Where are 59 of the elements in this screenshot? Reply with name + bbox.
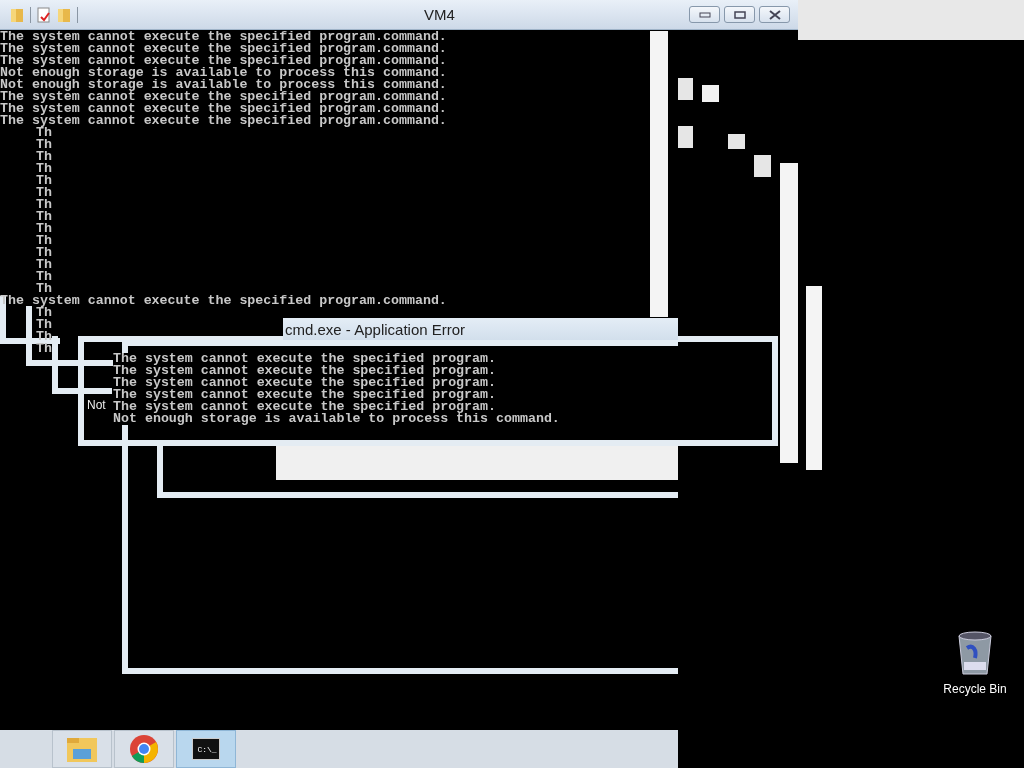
- console-line: The system cannot execute the specified program.command.: [0, 55, 447, 67]
- console-line: The system cannot execute the specified program.command.: [0, 43, 447, 55]
- console-fragment: Th: [36, 199, 52, 211]
- close-button[interactable]: [759, 6, 790, 23]
- command-prompt-button[interactable]: C:\_: [176, 730, 236, 768]
- glitch-block: [702, 85, 719, 102]
- console-fragment: Th: [36, 187, 52, 199]
- glitch-block: [754, 155, 771, 177]
- console-fragment: Th: [36, 127, 52, 139]
- folder-icon[interactable]: [57, 6, 71, 23]
- console-fragment: Th: [36, 139, 52, 151]
- dialog-title: cmd.exe - Application Error: [284, 320, 466, 338]
- console-fragment: Th: [36, 151, 52, 163]
- console-line: The system cannot execute the specified program.command.: [0, 91, 447, 103]
- console-line: The system cannot execute the specified program.: [113, 353, 496, 365]
- console-fragment: Th: [36, 343, 52, 355]
- recycle-bin-icon[interactable]: [955, 630, 995, 676]
- console-line: The system cannot execute the specified program.: [113, 401, 496, 413]
- maximize-button[interactable]: [724, 6, 755, 23]
- console-line: Not enough storage is available to process this command.: [113, 413, 560, 425]
- glitch-block: [678, 126, 693, 148]
- console-fragment: Th: [36, 319, 52, 331]
- file-explorer-button[interactable]: [52, 730, 112, 768]
- console-fragment: Th: [36, 211, 52, 223]
- browser-button[interactable]: [114, 730, 174, 768]
- window-title: VM4: [423, 6, 456, 23]
- console-fragment: Th: [36, 235, 52, 247]
- maximize-icon: [733, 10, 746, 19]
- folder-icon: [66, 735, 98, 763]
- console-fragment: Th: [36, 271, 52, 283]
- scrollbar[interactable]: [780, 163, 798, 463]
- console-line: Not enough storage is available to process this command.: [0, 79, 447, 91]
- glitch-block: [678, 78, 693, 100]
- console-fragment: Not: [87, 398, 106, 412]
- console-fragment: Th: [36, 283, 52, 295]
- minimize-button[interactable]: [689, 6, 720, 23]
- console-line: The system cannot execute the specified program.: [113, 365, 496, 377]
- scrollbar[interactable]: [650, 31, 668, 317]
- close-icon: [768, 9, 781, 20]
- console-line: The system cannot execute the specified program.command.: [0, 103, 447, 115]
- glitch-block: [728, 134, 745, 149]
- icon-label[interactable]: Recycle Bin: [943, 682, 1007, 696]
- console-fragment: Th: [36, 175, 52, 187]
- console-fragment: Th: [36, 163, 52, 175]
- minimize-icon: [698, 11, 711, 18]
- console-fragment: Th: [36, 247, 52, 259]
- console-line: Not enough storage is available to process this command.: [0, 67, 447, 79]
- console-fragment: Th: [36, 307, 52, 319]
- console-line: The system cannot execute the specified program.: [113, 389, 496, 401]
- document-icon[interactable]: [37, 6, 51, 23]
- folder-icon[interactable]: [10, 6, 24, 23]
- browser-icon: [129, 734, 159, 764]
- console-fragment: Th: [36, 259, 52, 271]
- command-prompt-icon: C:\_: [192, 738, 220, 760]
- console-fragment: Th: [36, 223, 52, 235]
- scrollbar[interactable]: [806, 286, 822, 470]
- console-line: The system cannot execute the specified program.: [113, 377, 496, 389]
- console-line: The system cannot execute the specified program.command.: [0, 115, 447, 127]
- console-line: The system cannot execute the specified program.command.: [0, 31, 447, 43]
